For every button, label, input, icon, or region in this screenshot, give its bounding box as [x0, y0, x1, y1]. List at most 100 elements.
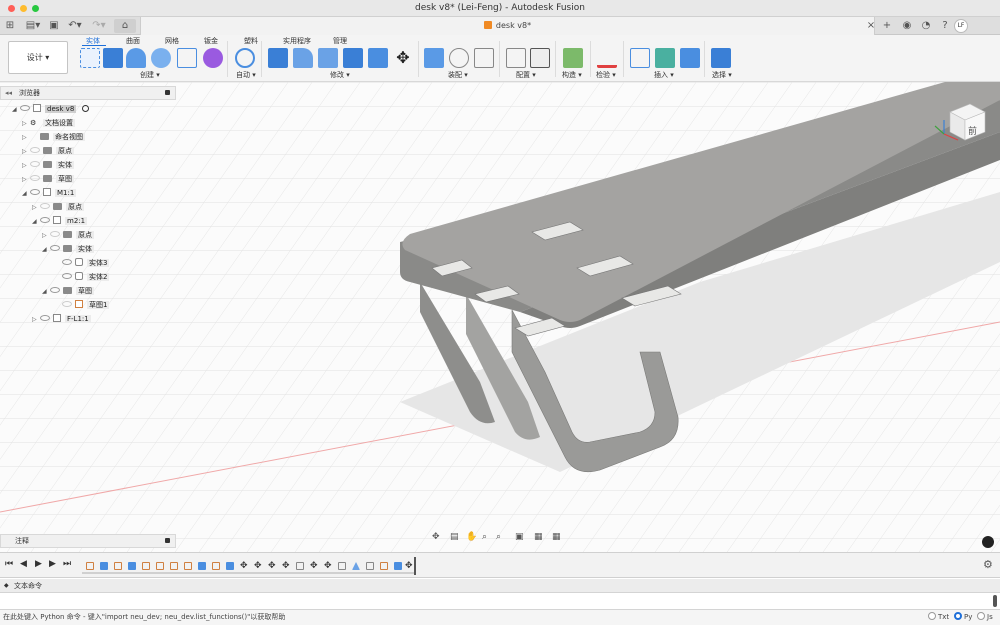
offset-plane-icon[interactable]	[563, 48, 583, 68]
browser-panel-header[interactable]: ◂◂ 浏览器	[0, 86, 176, 100]
revolve-icon[interactable]	[126, 48, 146, 68]
timeline-feature-sketch[interactable]	[184, 562, 192, 570]
zoom-icon[interactable]: ⌕	[482, 532, 487, 542]
new-component-icon[interactable]	[424, 48, 444, 68]
command-input-hint[interactable]: 在此处键入 Python 命令 - 键入"import neu_dev; neu…	[3, 610, 285, 624]
expand-icon[interactable]: ▷	[42, 229, 50, 242]
expand-icon[interactable]: ▷	[32, 201, 40, 214]
visibility-icon[interactable]	[62, 301, 72, 307]
timeline-feature-sketch[interactable]	[212, 562, 220, 570]
tree-item[interactable]: ▷ F-L1:1	[32, 313, 91, 326]
group-assemble[interactable]: 装配 ▾	[448, 70, 468, 80]
automate-icon[interactable]	[235, 48, 255, 68]
pan-icon[interactable]: ✋	[466, 532, 477, 542]
expand-icon[interactable]: ▷	[32, 313, 40, 326]
timeline-feature-move[interactable]: ✥	[324, 562, 332, 571]
undo-icon[interactable]: ↶▾	[66, 19, 84, 33]
configure-table-icon[interactable]	[530, 48, 550, 68]
expand-icon[interactable]: ◢	[42, 243, 50, 256]
combine-icon[interactable]	[368, 48, 388, 68]
tree-item[interactable]: ▷ 原点	[22, 145, 74, 158]
pin-icon[interactable]	[165, 538, 170, 543]
tree-item[interactable]: ▷ 命名视图	[22, 131, 85, 144]
expand-icon[interactable]: ▷	[22, 145, 30, 158]
minimize-window-button[interactable]	[20, 5, 27, 12]
file-menu-icon[interactable]: ▤▾	[24, 19, 42, 33]
timeline-feature-extrude[interactable]	[226, 562, 234, 570]
new-tab-icon[interactable]: +	[881, 19, 893, 33]
home-icon[interactable]: ⌂	[114, 19, 136, 33]
tab-utilities[interactable]: 实用程序	[283, 36, 311, 46]
as-built-joint-icon[interactable]	[474, 48, 494, 68]
visibility-icon[interactable]	[50, 287, 60, 293]
visibility-icon[interactable]	[62, 273, 72, 279]
group-create[interactable]: 创建 ▾	[140, 70, 160, 80]
close-window-button[interactable]	[8, 5, 15, 12]
timeline-feature-joint[interactable]	[296, 562, 304, 570]
tree-root[interactable]: ◢ desk v8	[12, 103, 89, 116]
press-pull-icon[interactable]	[268, 48, 288, 68]
tab-plastic[interactable]: 塑料	[244, 36, 258, 46]
radio-js[interactable]	[977, 612, 985, 620]
expand-icon[interactable]: ◢	[12, 103, 20, 116]
timeline-feature-sketch[interactable]	[170, 562, 178, 570]
tree-item[interactable]: ▷ 草图	[22, 173, 74, 186]
parameters-icon[interactable]	[506, 48, 526, 68]
visibility-icon[interactable]	[30, 189, 40, 195]
timeline-feature-sketch[interactable]	[380, 562, 388, 570]
comments-icon[interactable]	[982, 536, 994, 548]
pin-icon[interactable]	[165, 90, 170, 95]
text-commands-header[interactable]: ◆ 文本命令	[0, 579, 1000, 593]
command-output-area[interactable]	[0, 593, 1000, 610]
group-configure[interactable]: 配置 ▾	[516, 70, 536, 80]
group-modify[interactable]: 修改 ▾	[330, 70, 350, 80]
orbit-icon[interactable]: ✥	[432, 532, 440, 542]
display-settings-icon[interactable]: ▣	[515, 532, 524, 542]
timeline-feature-move[interactable]: ✥	[405, 562, 413, 571]
timeline-feature-move[interactable]: ✥	[240, 562, 248, 571]
timeline-marker[interactable]	[414, 557, 416, 575]
canvas-image-icon[interactable]	[680, 48, 700, 68]
timeline-feature-joint[interactable]	[338, 562, 346, 570]
tree-item[interactable]: ▷ 原点	[42, 229, 94, 242]
collapse-icon[interactable]: ◆	[4, 579, 9, 593]
viewport-canvas[interactable]	[0, 82, 1000, 552]
group-select[interactable]: 选择 ▾	[712, 70, 732, 80]
new-sketch-icon[interactable]	[80, 48, 100, 68]
visibility-icon[interactable]	[40, 203, 50, 209]
help-icon[interactable]: ?	[939, 19, 951, 33]
play-icon[interactable]: ▶	[35, 559, 42, 569]
timeline-feature-sketch[interactable]	[142, 562, 150, 570]
mode-txt[interactable]: Txt	[928, 610, 949, 624]
close-tab-icon[interactable]: ×	[866, 19, 876, 33]
expand-icon[interactable]: ▷	[22, 131, 30, 144]
redo-icon[interactable]: ↷▾	[90, 19, 108, 33]
visibility-icon[interactable]	[30, 161, 40, 167]
job-status-icon[interactable]: ◔	[920, 19, 932, 33]
viewports-icon[interactable]: ▦	[552, 532, 561, 542]
tab-surface[interactable]: 曲面	[126, 36, 140, 46]
timeline-feature-move[interactable]: ✥	[254, 562, 262, 571]
pattern-icon[interactable]	[177, 48, 197, 68]
tab-mesh[interactable]: 网格	[165, 36, 179, 46]
workspace-switcher[interactable]: 设计 ▾	[8, 41, 68, 74]
group-construct[interactable]: 构造 ▾	[562, 70, 582, 80]
chamfer-icon[interactable]	[318, 48, 338, 68]
timeline-feature-extrude[interactable]	[128, 562, 136, 570]
timeline-feature-extrude[interactable]	[100, 562, 108, 570]
save-icon[interactable]: ▣	[48, 19, 60, 33]
mode-js[interactable]: Js	[977, 610, 993, 624]
insert-mesh-icon[interactable]	[655, 48, 675, 68]
measure-icon[interactable]	[597, 48, 617, 68]
expand-icon[interactable]: ◢	[22, 187, 30, 200]
step-forward-icon[interactable]: ▶	[49, 559, 56, 569]
tab-manage[interactable]: 管理	[333, 36, 347, 46]
timeline-feature-sketch[interactable]	[156, 562, 164, 570]
fillet-icon[interactable]	[293, 48, 313, 68]
extrude-icon[interactable]	[103, 48, 123, 68]
expand-icon[interactable]: ◢	[32, 215, 40, 228]
visibility-icon[interactable]	[50, 231, 60, 237]
expand-icon[interactable]: ▷	[22, 173, 30, 186]
joint-icon[interactable]	[449, 48, 469, 68]
fit-icon[interactable]: ⌕	[496, 532, 501, 542]
